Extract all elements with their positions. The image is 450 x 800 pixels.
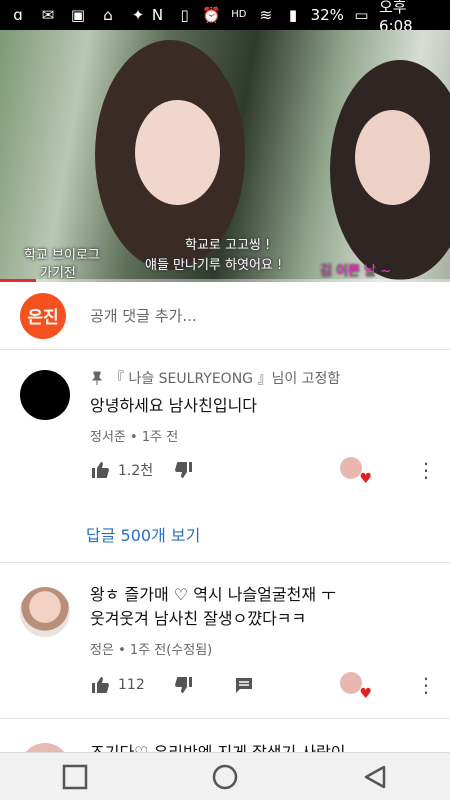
thumbs-down-icon [175,462,192,478]
comment-author: 정서준 [90,430,126,445]
thumbs-up-icon [92,677,109,693]
comment-avatar[interactable] [20,370,70,420]
video-frame-face-left [135,100,220,205]
pinned-label-row: 『 나슬 SEULRYEONG 』님이 고정함 [90,368,430,388]
comment-author: 정은 [90,643,114,658]
image-icon: ▣ [70,6,86,24]
comment-avatar[interactable] [20,587,70,637]
recent-apps-button[interactable] [45,757,105,797]
heart-icon: ♥ [359,471,372,487]
add-comment-input[interactable]: 공개 댓글 추가... [90,305,197,326]
dislike-button[interactable] [174,460,194,480]
comment-meta: 정은 • 1주 전(수정됨) [90,643,213,658]
comment-icon [236,678,252,693]
video-caption-left-1: 학교 브이로그 [24,248,100,263]
battery-text: 32% [310,6,344,24]
comment-item: 왕ㅎ 즐가매 ♡ 역시 나슬얼굴천재 ㅜ 웃겨웃겨 남사친 잘생ㅇ꺘다ㅋㅋ 정은… [0,563,450,718]
comment-text-line-1: 왕ㅎ 즐가매 ♡ 역시 나슬얼굴천재 ㅜ [90,585,336,604]
more-options-icon[interactable]: ⋮ [416,673,436,697]
pinned-label: 『 나슬 SEULRYEONG 』님이 고정함 [110,371,341,387]
add-comment-row[interactable]: 은진 공개 댓글 추가... [0,282,450,350]
mail-icon: ✉ [41,6,55,24]
comment-time: 1주 전 [141,430,179,445]
app-logo-icon: ɑ [13,6,23,24]
comment-text: 앙녕하세요 남사친입니다 [90,396,258,415]
more-options-icon[interactable]: ⋮ [416,458,436,482]
back-triangle-icon [364,765,386,788]
square-icon [62,764,88,789]
vibrate-icon: ▯ [180,6,189,24]
home-button[interactable] [195,757,255,797]
comment-text-line-2: 웃겨웃겨 남사친 잘생ㅇ꺘다ㅋㅋ [90,609,307,628]
comment-meta: 정서준 • 1주 전 [90,430,179,445]
video-caption-right: 김 이쁜 날 ~ [320,264,392,279]
shop-icon: ⌂ [103,6,113,24]
thumbs-up-icon [92,462,109,478]
pin-icon [91,371,103,385]
video-caption-center-1: 학교로 고고씽 ! [185,238,271,253]
battery-icon: ▭ [354,6,369,24]
video-frame-face-right [355,110,430,205]
circle-icon [212,764,238,789]
reply-button[interactable] [234,675,254,695]
comment-item: 『 나슬 SEULRYEONG 』님이 고정함 앙녕하세요 남사친입니다 정서준… [0,350,450,565]
thumbs-down-icon [175,677,192,693]
creator-heart-badge: ♥ [340,457,372,487]
heart-icon: ♥ [359,686,372,702]
back-button[interactable] [345,757,405,797]
like-button[interactable]: 112 [90,675,164,695]
creator-heart-badge: ♥ [340,672,372,702]
comment-time: 1주 전(수정됨) [129,643,213,658]
view-replies-link[interactable]: 답글 500개 보기 [86,522,200,546]
comment-avatar[interactable] [20,743,70,752]
status-bar: ɑ ✉ ▣ ⌂ ✦ N ▯ ⏰ HD ≋ ▮ 32% ▭ 오후 6:08 [0,0,450,35]
like-count: 1.2천 [118,463,154,479]
comment-item: 즈기다♡ 우리반엔 지게 잘생기 사람이 [0,719,450,752]
nfc-icon: N [151,6,164,24]
dislike-button[interactable] [174,675,194,695]
wifi-icon: ≋ [259,6,273,24]
android-nav-bar [0,752,450,800]
comment-text: 즈기다♡ 우리반엔 지게 잘생기 사람이 [90,741,430,752]
alarm-icon: ⏰ [202,6,222,24]
twitter-icon: ✦ [131,6,145,24]
signal-icon: ▮ [288,6,298,24]
user-avatar: 은진 [20,292,66,339]
video-caption-center-2: 얘들 만나기루 하엿어요 ! [145,258,283,273]
like-button[interactable]: 1.2천 [90,460,164,480]
like-count: 112 [118,677,145,693]
hd-icon: HD [231,9,247,20]
video-player[interactable]: 학교 브이로그 가기전 학교로 고고씽 ! 얘들 만나기루 하엿어요 ! 김 이… [0,30,450,282]
